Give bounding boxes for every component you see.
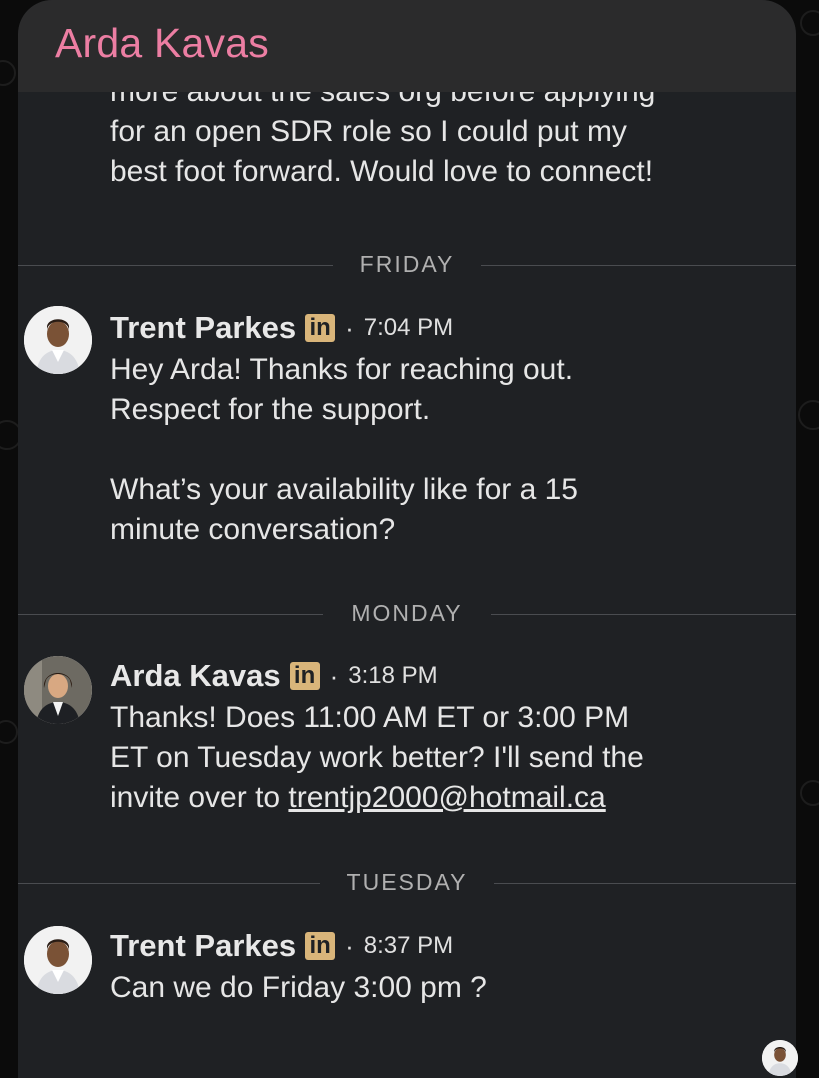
wallpaper-doodle bbox=[0, 60, 16, 86]
linkedin-icon: in bbox=[305, 932, 336, 960]
message-time: 3:18 PM bbox=[348, 662, 438, 689]
message-meta: Arda Kavas in · 3:18 PM bbox=[110, 656, 438, 696]
message-text: Can we do Friday 3:00 pm ? bbox=[110, 971, 487, 1004]
linkedin-icon: in bbox=[289, 662, 320, 690]
sender-name[interactable]: Trent Parkes bbox=[110, 310, 296, 346]
message-text: Hey Arda! Thanks for reaching out. Respe… bbox=[110, 353, 578, 546]
meta-separator: · bbox=[345, 930, 354, 961]
message-meta: Trent Parkes in · 8:37 PM bbox=[110, 926, 453, 966]
date-divider-tuesday: TUESDAY bbox=[18, 863, 796, 903]
message-time: 7:04 PM bbox=[363, 314, 454, 341]
message-text: Thanks! Does 11:00 AM ET or 3:00 PM ET o… bbox=[110, 698, 760, 818]
date-divider-friday: FRIDAY bbox=[18, 245, 796, 285]
date-divider-monday: MONDAY bbox=[18, 594, 796, 634]
wallpaper-doodle bbox=[800, 10, 819, 36]
message-time: 8:37 PM bbox=[363, 932, 454, 959]
wallpaper-doodle bbox=[798, 400, 819, 430]
linkedin-icon: in bbox=[305, 314, 336, 342]
contact-name-title[interactable]: Arda Kavas bbox=[55, 20, 269, 67]
chat-header: Arda Kavas bbox=[18, 0, 796, 92]
wallpaper-doodle bbox=[800, 780, 819, 806]
message-meta: Trent Parkes in · 7:04 PM bbox=[110, 308, 453, 348]
avatar[interactable] bbox=[24, 926, 92, 994]
sender-name[interactable]: Trent Parkes bbox=[110, 928, 296, 964]
email-link[interactable]: trentjp2000@hotmail.ca bbox=[288, 781, 605, 814]
meta-separator: · bbox=[329, 660, 339, 691]
sender-name[interactable]: Arda Kavas bbox=[110, 658, 281, 694]
wallpaper-doodle bbox=[0, 720, 18, 744]
avatar[interactable] bbox=[24, 306, 92, 374]
avatar[interactable] bbox=[24, 656, 92, 724]
read-receipt-avatar bbox=[762, 1040, 798, 1076]
meta-separator: · bbox=[345, 312, 354, 343]
conversation-card: Arda Kavas more about the sales org befo… bbox=[18, 0, 796, 1078]
